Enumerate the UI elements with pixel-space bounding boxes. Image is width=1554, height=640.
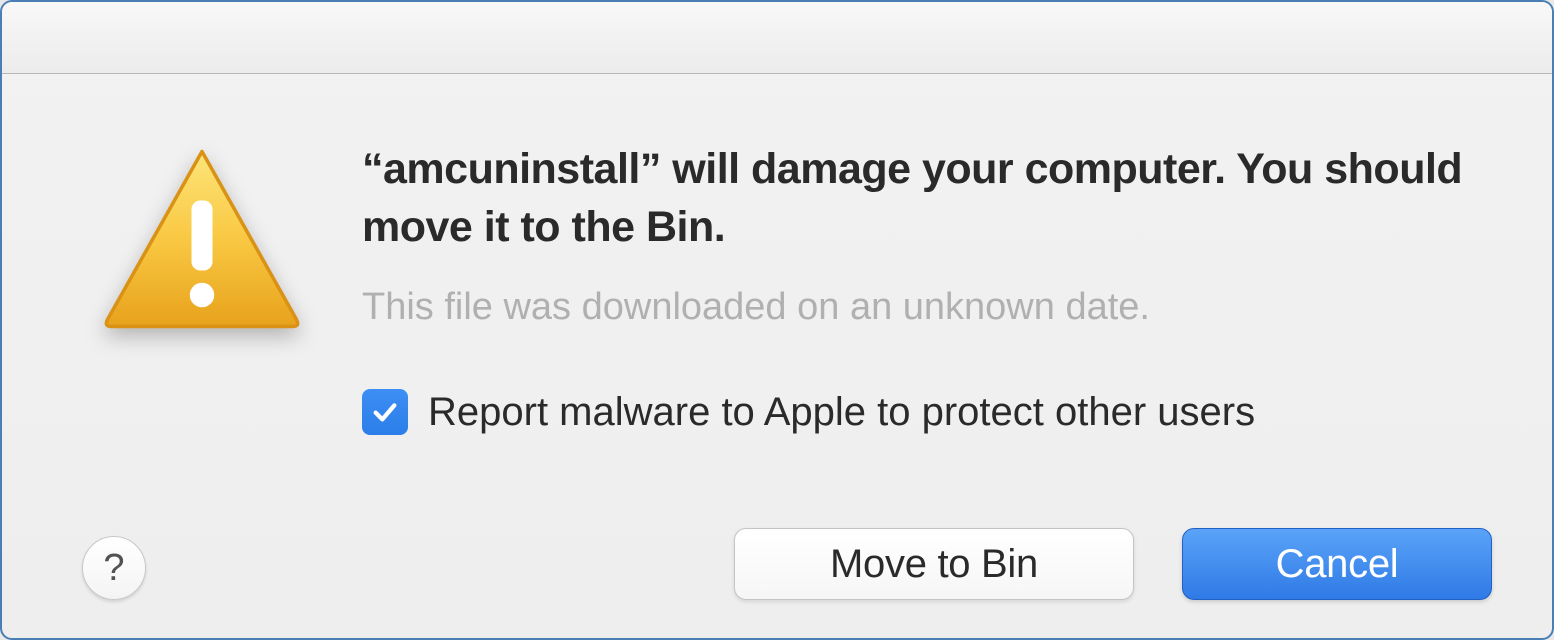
help-button[interactable]: ? xyxy=(82,536,146,600)
cancel-button[interactable]: Cancel xyxy=(1182,528,1492,600)
warning-icon xyxy=(97,144,307,334)
button-row: ? Move to Bin Cancel xyxy=(2,528,1492,600)
icon-column xyxy=(92,134,312,334)
checkmark-icon xyxy=(369,396,401,428)
move-to-bin-button[interactable]: Move to Bin xyxy=(734,528,1134,600)
help-icon: ? xyxy=(103,547,124,590)
cancel-label: Cancel xyxy=(1276,542,1399,587)
report-checkbox-row[interactable]: Report malware to Apple to protect other… xyxy=(362,389,1492,435)
alert-dialog: “amcuninstall” will damage your computer… xyxy=(0,0,1554,640)
dialog-headline: “amcuninstall” will damage your computer… xyxy=(362,140,1492,256)
text-column: “amcuninstall” will damage your computer… xyxy=(362,134,1492,475)
report-checkbox-label: Report malware to Apple to protect other… xyxy=(428,390,1255,435)
report-checkbox[interactable] xyxy=(362,389,408,435)
dialog-subtext: This file was downloaded on an unknown d… xyxy=(362,286,1492,329)
dialog-content: “amcuninstall” will damage your computer… xyxy=(2,74,1552,515)
titlebar xyxy=(2,2,1552,74)
move-to-bin-label: Move to Bin xyxy=(830,542,1038,587)
